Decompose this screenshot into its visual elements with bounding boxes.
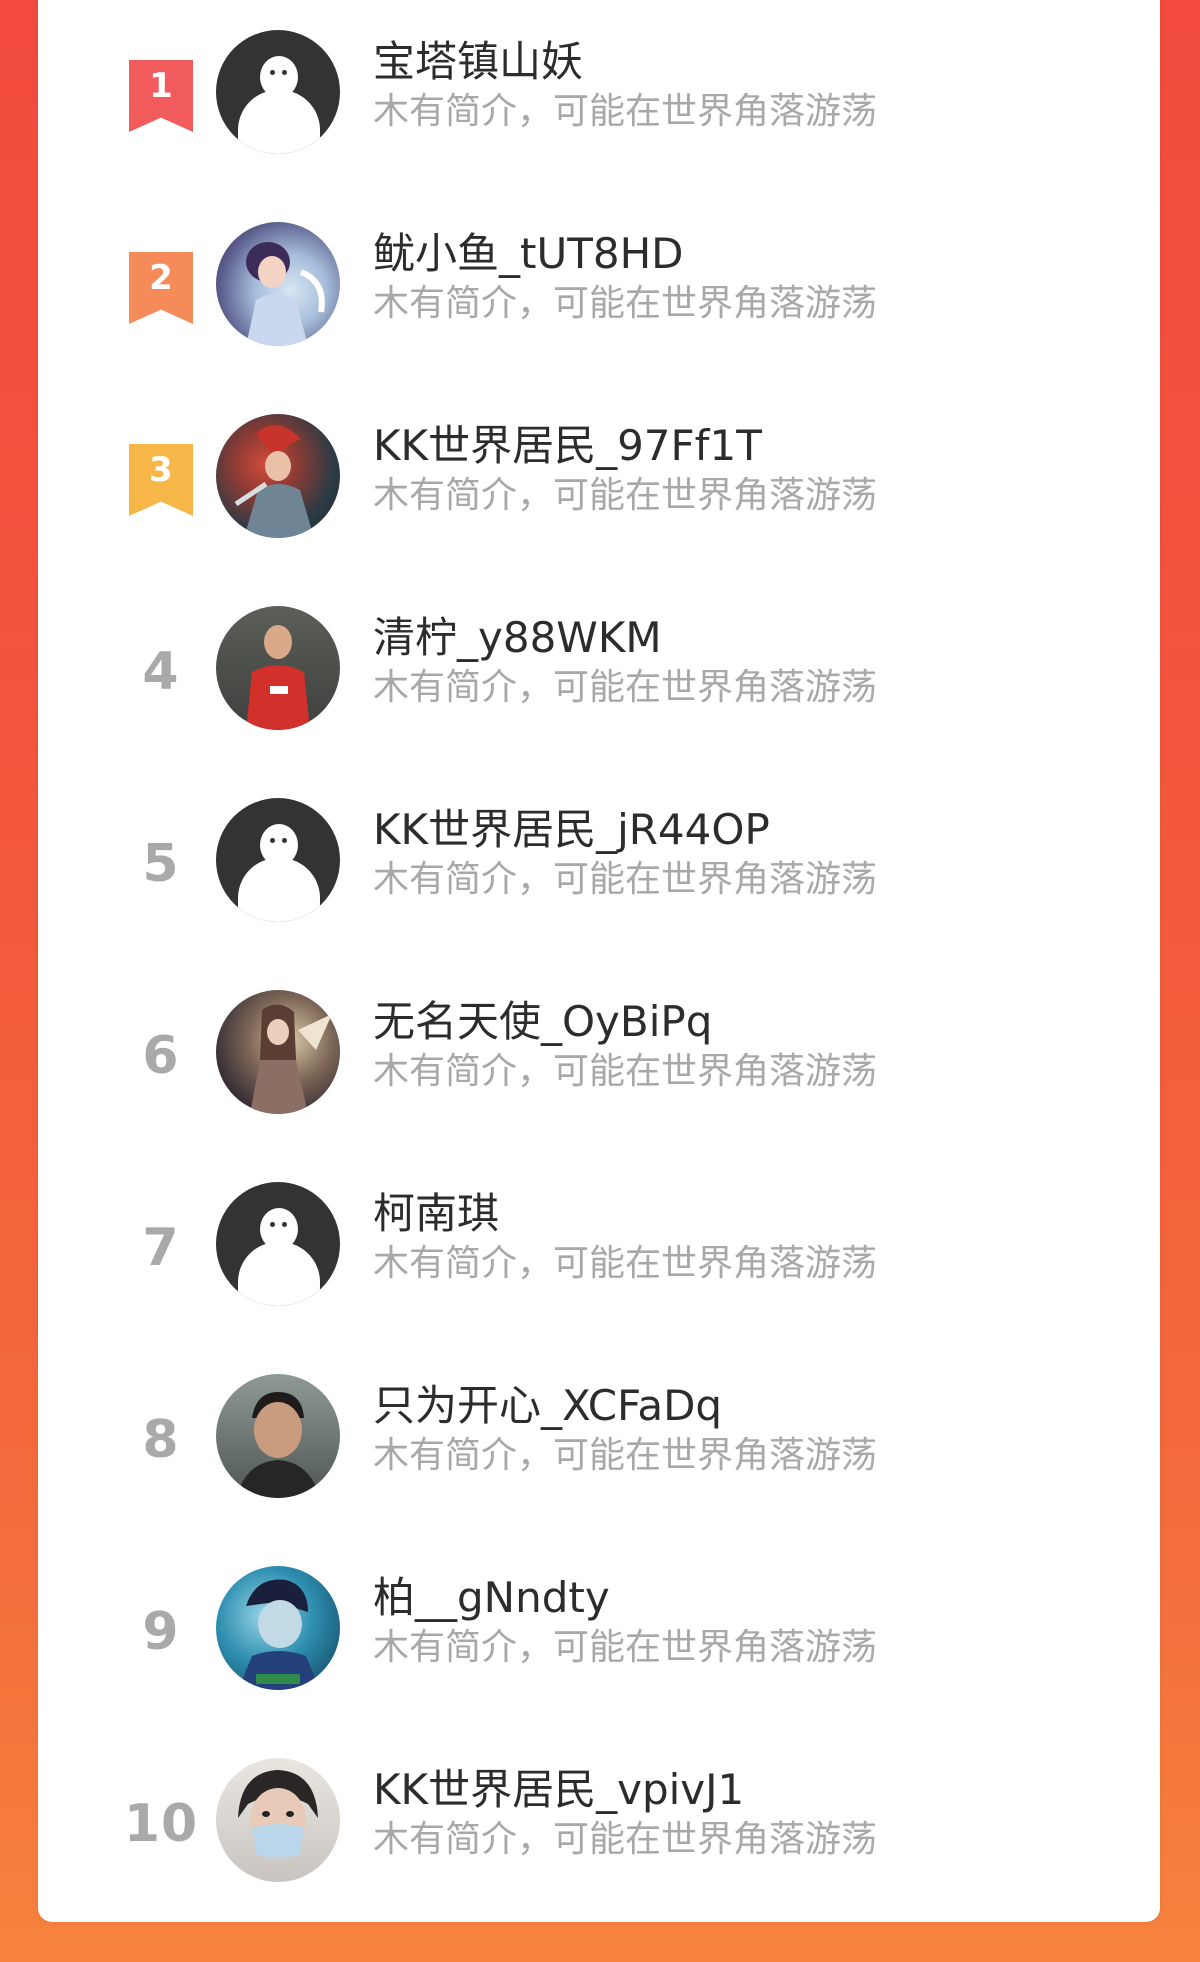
user-bio: 木有简介，可能在世界角落游荡 [373,91,878,132]
rank-number: 2 [149,258,173,298]
rank-number: 5 [142,834,180,894]
avatar-eye [270,70,275,75]
rank-column: 1 [86,0,236,192]
rank-number: 3 [149,450,173,490]
avatar[interactable] [216,30,340,154]
avatar-body [238,1242,320,1306]
rank-column: 3 [86,384,236,576]
list-item[interactable]: 3 KK世界居民_97Ff1T 木有简介，可能在世界角落游荡 [38,384,1160,576]
username[interactable]: 清柠_y88WKM [373,612,1133,664]
avatar-eye [282,838,287,843]
avatar[interactable] [216,798,340,922]
rank-number: 9 [142,1602,180,1662]
rank-number: 7 [142,1218,180,1278]
rank-number: 6 [142,1026,180,1086]
user-info: 柏__gNndty 木有简介，可能在世界角落游荡 [373,1572,1133,1672]
rank-badge-icon: 1 [129,60,193,132]
user-bio: 木有简介，可能在世界角落游荡 [373,475,878,516]
username[interactable]: KK世界居民_97Ff1T [373,420,1133,472]
rank-number: 4 [142,642,180,702]
list-item[interactable]: 7 柯南琪 木有简介，可能在世界角落游荡 [38,1152,1160,1344]
username[interactable]: KK世界居民_jR44OP [373,804,1133,856]
man-portrait-avatar-icon [236,1392,320,1498]
avatar[interactable] [216,606,340,730]
list-item[interactable]: 2 鱿小鱼_tUT8HD 木有简介，可能在世界角落游荡 [38,192,1160,384]
user-bio: 木有简介，可能在世界角落游荡 [373,283,878,324]
list-item[interactable]: 10 KK世界居民_vpivJ1 木有简介，可能在世界角落游荡 [38,1728,1160,1920]
rank-number: 10 [123,1794,199,1854]
list-item[interactable]: 6 无名天使_OyBiPq 木有简介，可能在世界角落游荡 [38,960,1160,1152]
football-player-avatar-icon [246,625,310,730]
ranking-card: 1 宝塔镇山妖 木有简介，可能在世界角落游荡 2 鱿小鱼_tUT8HD 木有简介… [38,0,1160,1922]
username[interactable]: 无名天使_OyBiPq [373,996,1133,1048]
rank-column: 9 [86,1536,236,1728]
avatar-body [238,858,320,922]
list-item[interactable]: 4 清柠_y88WKM 木有简介，可能在世界角落游荡 [38,576,1160,768]
avatar-eye [270,838,275,843]
rank-column: 10 [86,1728,236,1920]
user-info: 宝塔镇山妖 木有简介，可能在世界角落游荡 [373,36,1133,136]
rank-column: 4 [86,576,236,768]
avatar-eye [282,70,287,75]
anime-boy-blue-avatar-icon [238,1579,320,1690]
anime-character-avatar-icon [250,1004,332,1114]
user-info: 只为开心_XCFaDq 木有简介，可能在世界角落游荡 [373,1380,1133,1480]
user-info: 无名天使_OyBiPq 木有简介，可能在世界角落游荡 [373,996,1133,1096]
rank-badge-icon: 2 [129,252,193,324]
username[interactable]: 宝塔镇山妖 [373,36,1133,88]
rank-column: 7 [86,1152,236,1344]
rank-number: 8 [142,1410,180,1470]
user-bio: 木有简介，可能在世界角落游荡 [373,1051,878,1092]
username[interactable]: 柏__gNndty [373,1572,1133,1624]
avatar-eye [282,1222,287,1227]
avatar[interactable] [216,1566,340,1690]
masked-person-avatar-icon [238,1770,318,1858]
rank-number: 1 [149,66,173,106]
game-hero-avatar-icon [234,425,314,538]
username[interactable]: 鱿小鱼_tUT8HD [373,228,1133,280]
list-item[interactable]: 5 KK世界居民_jR44OP 木有简介，可能在世界角落游荡 [38,768,1160,960]
user-bio: 木有简介，可能在世界角落游荡 [373,1819,878,1860]
avatar-body [238,90,320,154]
list-item[interactable]: 8 只为开心_XCFaDq 木有简介，可能在世界角落游荡 [38,1344,1160,1536]
user-bio: 木有简介，可能在世界角落游荡 [373,1243,878,1284]
username[interactable]: KK世界居民_vpivJ1 [373,1764,1133,1816]
rank-column: 2 [86,192,236,384]
avatar-eye [270,1222,275,1227]
avatar[interactable] [216,1182,340,1306]
avatar[interactable] [216,990,340,1114]
user-info: KK世界居民_vpivJ1 木有简介，可能在世界角落游荡 [373,1764,1133,1864]
rank-column: 6 [86,960,236,1152]
user-info: 柯南琪 木有简介，可能在世界角落游荡 [373,1188,1133,1288]
anime-boy-avatar-icon [246,242,325,346]
username[interactable]: 只为开心_XCFaDq [373,1380,1133,1432]
user-info: KK世界居民_97Ff1T 木有简介，可能在世界角落游荡 [373,420,1133,520]
user-bio: 木有简介，可能在世界角落游荡 [373,1435,878,1476]
rank-column: 8 [86,1344,236,1536]
user-info: 鱿小鱼_tUT8HD 木有简介，可能在世界角落游荡 [373,228,1133,328]
user-bio: 木有简介，可能在世界角落游荡 [373,859,878,900]
rank-column: 5 [86,768,236,960]
list-item[interactable]: 9 柏__gNndty 木有简介，可能在世界角落游荡 [38,1536,1160,1728]
rank-badge-icon: 3 [129,444,193,516]
avatar[interactable] [216,222,340,346]
user-info: 清柠_y88WKM 木有简介，可能在世界角落游荡 [373,612,1133,712]
list-item[interactable]: 1 宝塔镇山妖 木有简介，可能在世界角落游荡 [38,0,1160,192]
user-bio: 木有简介，可能在世界角落游荡 [373,667,878,708]
user-bio: 木有简介，可能在世界角落游荡 [373,1627,878,1668]
avatar[interactable] [216,1758,340,1882]
avatar[interactable] [216,1374,340,1498]
user-info: KK世界居民_jR44OP 木有简介，可能在世界角落游荡 [373,804,1133,904]
username[interactable]: 柯南琪 [373,1188,1133,1240]
avatar[interactable] [216,414,340,538]
